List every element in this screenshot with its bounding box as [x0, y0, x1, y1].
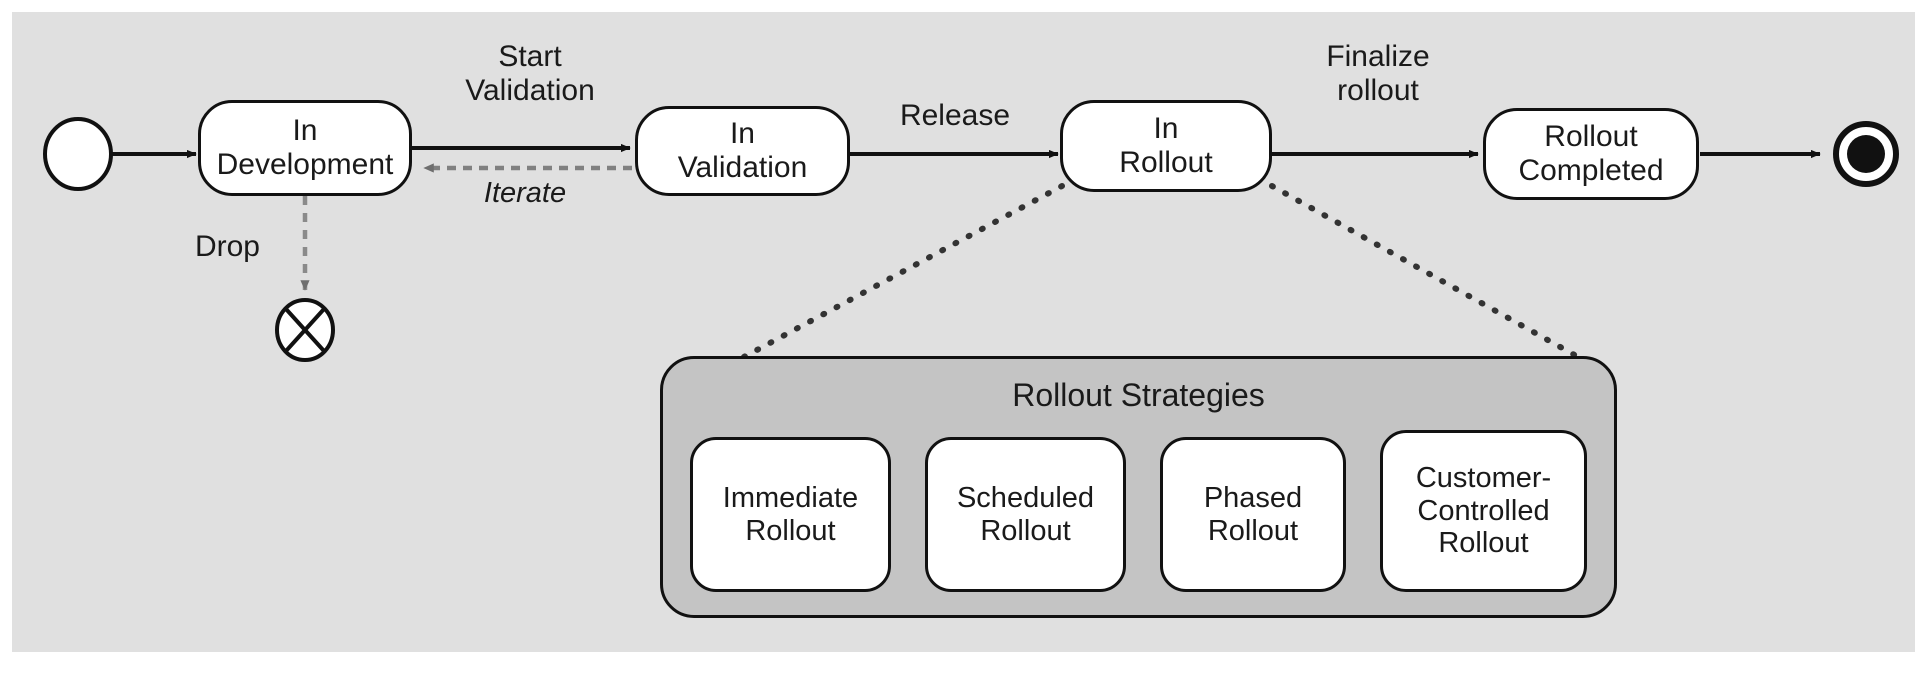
- substate-phased-rollout[interactable]: [1160, 437, 1346, 592]
- diagram-canvas: In Development In Validation In Rollout …: [0, 0, 1915, 675]
- composite-link-right: [1269, 183, 1583, 361]
- substate-immediate-rollout[interactable]: [690, 437, 891, 592]
- state-in-development[interactable]: [198, 100, 412, 196]
- substate-customer-controlled-rollout[interactable]: [1380, 430, 1587, 592]
- state-in-validation[interactable]: [635, 106, 850, 196]
- final-state-core: [1847, 135, 1885, 173]
- state-rollout-completed[interactable]: [1483, 108, 1699, 200]
- state-in-rollout[interactable]: [1060, 100, 1272, 192]
- initial-state: [43, 117, 113, 191]
- composite-link-left: [739, 183, 1065, 361]
- substate-scheduled-rollout[interactable]: [925, 437, 1126, 592]
